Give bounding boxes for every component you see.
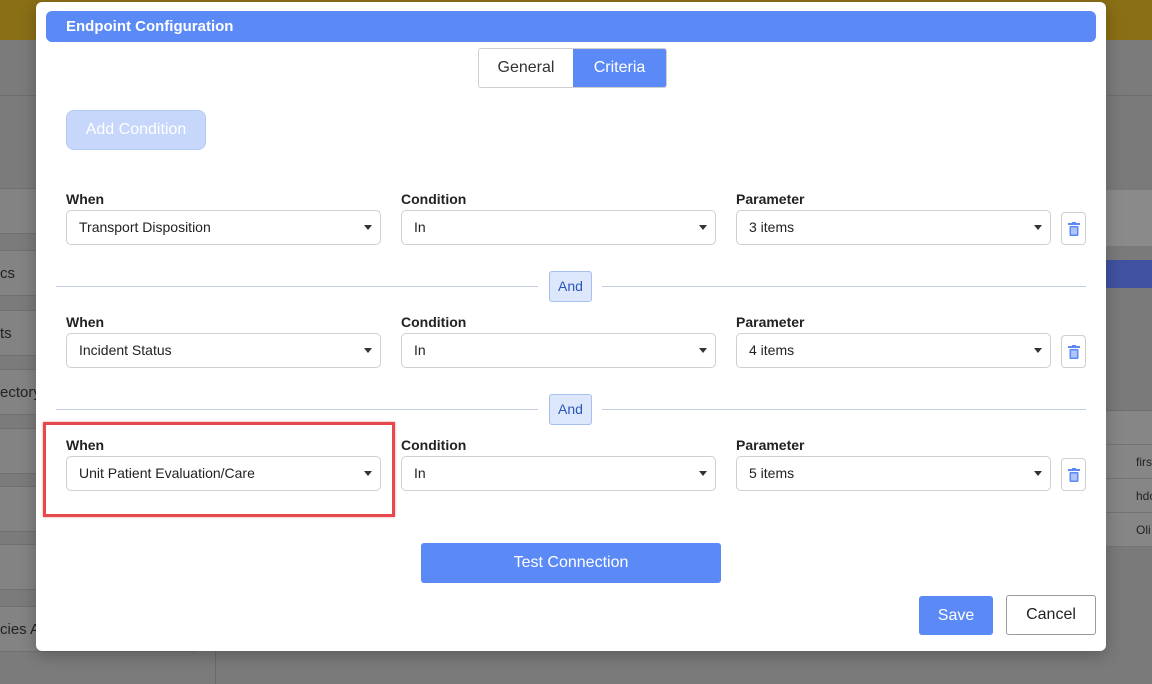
trash-icon bbox=[1068, 468, 1080, 482]
parameter-select[interactable]: 5 items bbox=[736, 456, 1051, 491]
background-table-header bbox=[1106, 260, 1152, 288]
parameter-label: Parameter bbox=[736, 191, 805, 207]
test-connection-button[interactable]: Test Connection bbox=[421, 543, 721, 583]
caret-down-icon bbox=[1034, 225, 1042, 230]
tab-group: General Criteria bbox=[478, 48, 667, 88]
when-select-value: Transport Disposition bbox=[79, 219, 211, 235]
parameter-label: Parameter bbox=[736, 314, 805, 330]
parameter-select[interactable]: 4 items bbox=[736, 333, 1051, 368]
condition-select-value: In bbox=[414, 342, 426, 358]
parameter-label: Parameter bbox=[736, 437, 805, 453]
parameter-select[interactable]: 3 items bbox=[736, 210, 1051, 245]
condition-label: Condition bbox=[401, 314, 467, 330]
caret-down-icon bbox=[699, 471, 707, 476]
when-select[interactable]: Unit Patient Evaluation/Care bbox=[66, 456, 381, 491]
when-label: When bbox=[66, 314, 105, 330]
cancel-button[interactable]: Cancel bbox=[1006, 595, 1096, 635]
caret-down-icon bbox=[364, 471, 372, 476]
when-select-value: Incident Status bbox=[79, 342, 172, 358]
when-select[interactable]: Transport Disposition bbox=[66, 210, 381, 245]
delete-condition-button[interactable] bbox=[1061, 212, 1086, 245]
trash-icon bbox=[1068, 345, 1080, 359]
caret-down-icon bbox=[699, 348, 707, 353]
save-button[interactable]: Save bbox=[919, 596, 993, 635]
divider bbox=[56, 286, 538, 287]
background-table-cell bbox=[1106, 411, 1152, 445]
when-label: When bbox=[66, 437, 105, 453]
when-label: When bbox=[66, 191, 105, 207]
add-condition-button[interactable]: Add Condition bbox=[66, 110, 206, 150]
when-select-value: Unit Patient Evaluation/Care bbox=[79, 465, 255, 481]
delete-condition-button[interactable] bbox=[1061, 458, 1086, 491]
parameter-select-value: 4 items bbox=[749, 342, 795, 358]
condition-select[interactable]: In bbox=[401, 333, 716, 368]
background-panel bbox=[1106, 190, 1152, 246]
caret-down-icon bbox=[1034, 348, 1042, 353]
caret-down-icon bbox=[1034, 471, 1042, 476]
condition-select[interactable]: In bbox=[401, 210, 716, 245]
tab-criteria[interactable]: Criteria bbox=[573, 49, 666, 87]
condition-select[interactable]: In bbox=[401, 456, 716, 491]
condition-label: Condition bbox=[401, 191, 467, 207]
divider bbox=[56, 409, 538, 410]
background-table-cell: hdc bbox=[1106, 479, 1152, 513]
modal-title: Endpoint Configuration bbox=[46, 11, 1096, 42]
caret-down-icon bbox=[364, 225, 372, 230]
tab-general[interactable]: General bbox=[479, 49, 573, 87]
caret-down-icon bbox=[364, 348, 372, 353]
and-connector-badge[interactable]: And bbox=[549, 394, 592, 425]
background-table-cell: firs bbox=[1106, 445, 1152, 479]
condition-select-value: In bbox=[414, 465, 426, 481]
trash-icon bbox=[1068, 222, 1080, 236]
divider bbox=[602, 409, 1086, 410]
when-select[interactable]: Incident Status bbox=[66, 333, 381, 368]
condition-label: Condition bbox=[401, 437, 467, 453]
delete-condition-button[interactable] bbox=[1061, 335, 1086, 368]
parameter-select-value: 3 items bbox=[749, 219, 795, 235]
background-table-cell: Oli bbox=[1106, 513, 1152, 547]
divider bbox=[602, 286, 1086, 287]
endpoint-configuration-modal: Endpoint Configuration General Criteria … bbox=[36, 2, 1106, 651]
background-table: firs hdc Oli bbox=[1106, 410, 1152, 547]
parameter-select-value: 5 items bbox=[749, 465, 795, 481]
caret-down-icon bbox=[699, 225, 707, 230]
condition-select-value: In bbox=[414, 219, 426, 235]
and-connector-badge[interactable]: And bbox=[549, 271, 592, 302]
